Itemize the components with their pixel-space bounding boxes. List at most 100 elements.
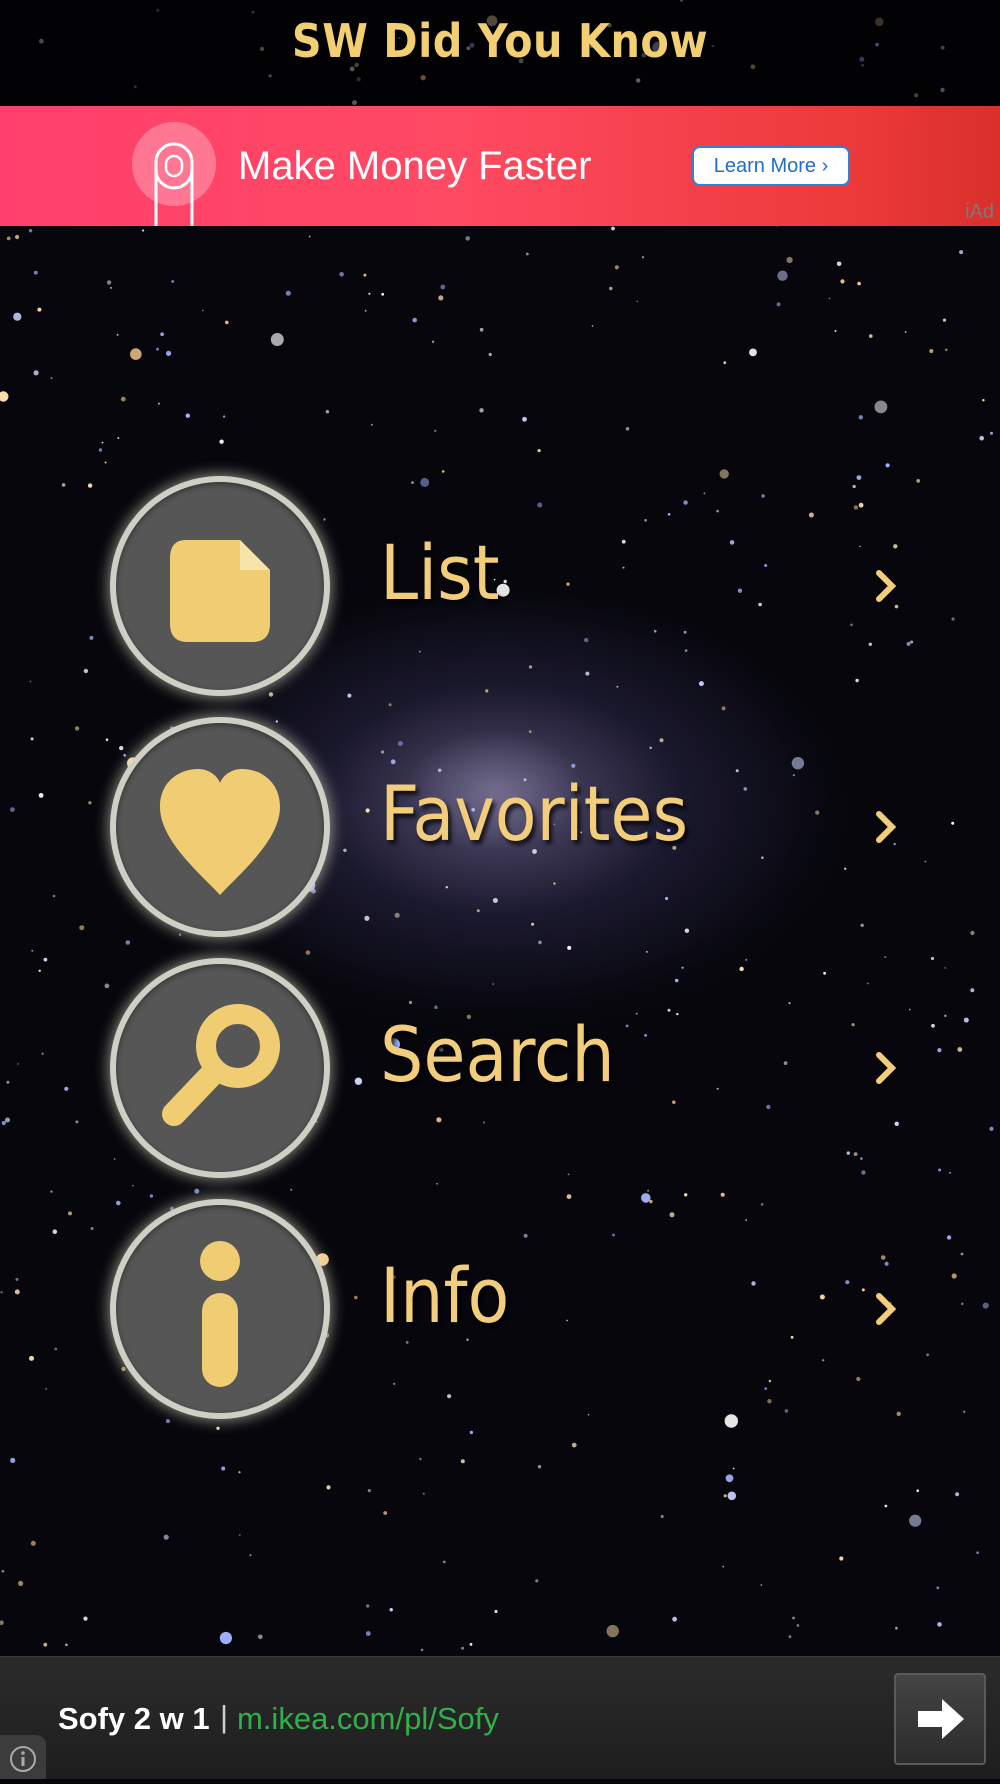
magnifier-icon: [116, 964, 324, 1172]
star: [308, 235, 311, 238]
star: [142, 229, 145, 232]
star: [258, 1634, 263, 1640]
star: [895, 1626, 898, 1630]
star: [216, 1426, 220, 1431]
star: [50, 377, 53, 380]
star: [389, 1608, 393, 1612]
chevron-right-icon: [876, 570, 897, 602]
star: [488, 352, 492, 357]
learn-more-button[interactable]: Learn More ›: [692, 146, 850, 186]
star: [368, 292, 371, 295]
menu-label-favorites: Favorites: [380, 769, 689, 858]
chevron-right-icon: [876, 811, 897, 843]
bottom-ad-url[interactable]: m.ikea.com/pl/Sofy: [237, 1701, 499, 1737]
star: [33, 370, 39, 376]
star: [535, 1579, 539, 1583]
star: [98, 448, 103, 452]
star: [647, 1189, 650, 1192]
star: [796, 1624, 800, 1627]
star: [10, 1457, 16, 1463]
star: [194, 1188, 200, 1194]
bottom-ad-headline: Sofy 2 w 1: [58, 1701, 210, 1736]
star: [479, 408, 484, 413]
top-ad-banner[interactable]: Make Money Faster Learn More › iAd: [0, 106, 1000, 226]
star: [163, 1534, 169, 1540]
star: [611, 226, 615, 231]
star: [367, 1489, 371, 1493]
menu-label-list: List: [380, 528, 500, 617]
star: [874, 400, 888, 414]
star: [270, 333, 284, 346]
star: [364, 309, 367, 312]
star: [723, 1494, 727, 1498]
star: [238, 1471, 241, 1474]
menu-item-search[interactable]: Search: [0, 958, 1000, 1178]
star: [166, 350, 172, 356]
star: [419, 1457, 422, 1461]
star: [101, 441, 104, 444]
star: [839, 1556, 844, 1561]
star: [160, 332, 164, 337]
star: [479, 327, 484, 332]
bottom-ad-banner[interactable]: Sofy 2 w 1 | m.ikea.com/pl/Sofy: [0, 1656, 1000, 1779]
star: [723, 361, 727, 365]
star: [834, 330, 837, 332]
star: [290, 1188, 293, 1191]
star: [436, 1182, 438, 1185]
heart-icon: [116, 723, 324, 931]
star: [219, 439, 224, 444]
star: [0, 391, 9, 402]
star: [30, 1540, 36, 1546]
star: [37, 307, 42, 312]
star: [225, 320, 229, 325]
star: [65, 1643, 68, 1647]
document-icon: [116, 482, 324, 690]
star: [441, 470, 445, 473]
star: [469, 1643, 473, 1646]
star: [383, 1511, 388, 1515]
ad-info-button[interactable]: [0, 1735, 46, 1779]
star: [776, 302, 781, 307]
ad-open-button[interactable]: [894, 1673, 986, 1765]
star: [120, 396, 126, 402]
star: [28, 229, 33, 233]
star: [0, 1620, 4, 1625]
menu-item-favorites[interactable]: Favorites: [0, 717, 1000, 937]
star: [609, 286, 613, 291]
star: [660, 1515, 664, 1518]
star: [15, 234, 20, 240]
star: [936, 1586, 940, 1590]
chevron-right-icon: [876, 1052, 897, 1084]
star: [614, 265, 620, 270]
star: [442, 1560, 446, 1564]
star: [157, 402, 160, 405]
menu-item-list[interactable]: List: [0, 476, 1000, 696]
star: [732, 1467, 735, 1470]
star: [125, 940, 131, 945]
star: [117, 437, 120, 439]
star: [285, 290, 291, 296]
star: [749, 348, 757, 357]
star: [185, 413, 190, 418]
star: [979, 435, 984, 441]
star: [625, 427, 630, 431]
star: [857, 281, 861, 286]
star: [525, 252, 529, 256]
star: [725, 1474, 734, 1483]
star: [836, 261, 842, 267]
star: [929, 349, 934, 353]
chevron-right-icon: ›: [821, 155, 829, 177]
menu-item-info[interactable]: Info: [0, 1199, 1000, 1419]
star: [537, 1465, 542, 1469]
star: [840, 279, 845, 284]
star: [326, 1485, 331, 1490]
star: [83, 1616, 88, 1621]
star: [201, 309, 204, 312]
star: [432, 340, 435, 343]
star: [606, 1624, 619, 1638]
star: [219, 1631, 232, 1645]
chevron-right-icon: [876, 1293, 897, 1325]
star: [684, 1193, 688, 1197]
star: [959, 250, 964, 255]
star: [469, 1430, 474, 1435]
